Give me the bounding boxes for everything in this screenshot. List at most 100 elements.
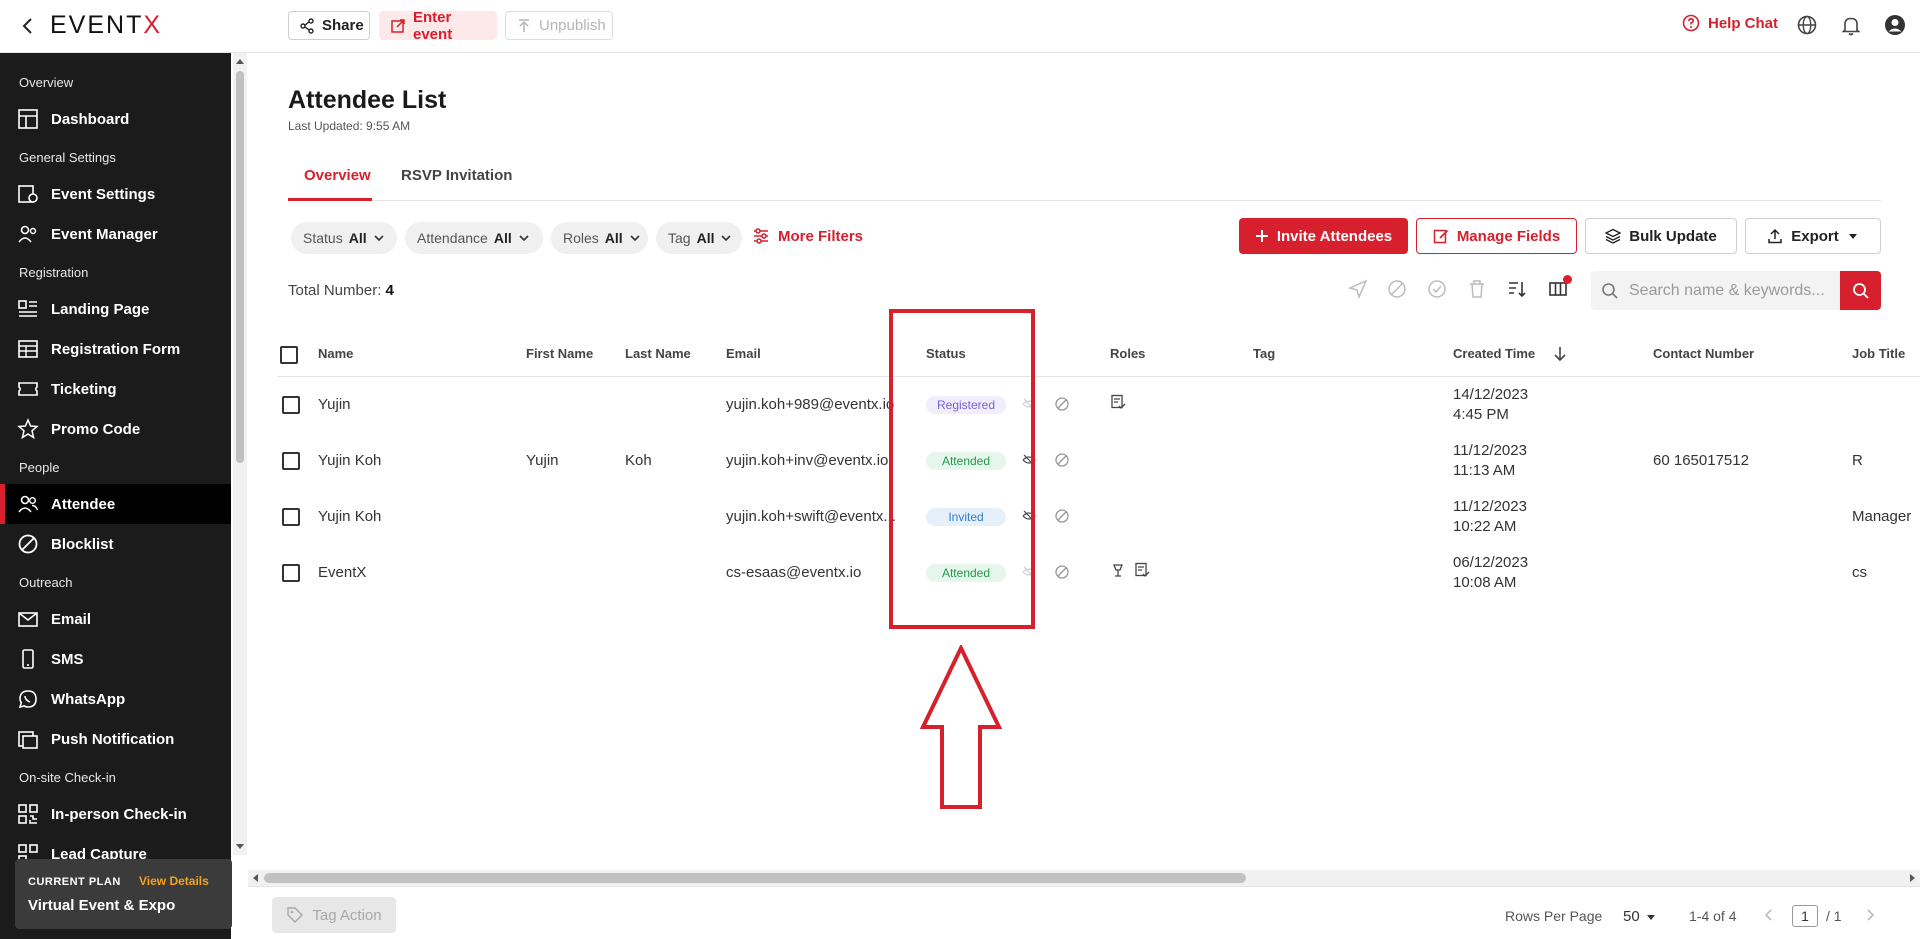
bell-icon[interactable]: [1839, 13, 1863, 37]
tab-overview[interactable]: Overview: [304, 167, 371, 184]
filter-status[interactable]: Status All: [291, 222, 397, 254]
filter-tag[interactable]: Tag All: [656, 222, 742, 254]
notification-dot: [1563, 275, 1572, 284]
column-last-name[interactable]: Last Name: [625, 346, 691, 361]
export-button[interactable]: Export: [1745, 218, 1881, 254]
column-job-title[interactable]: Job Title: [1852, 346, 1905, 361]
sidebar-scrollbar[interactable]: [233, 53, 247, 855]
block-icon[interactable]: [1054, 396, 1070, 412]
rows-per-page-label: Rows Per Page: [1505, 908, 1603, 924]
table-row[interactable]: Yujin Koh Yujin Koh yujin.koh+inv@eventx…: [277, 433, 1920, 489]
back-arrow-icon[interactable]: [16, 14, 40, 38]
send-icon[interactable]: [1347, 278, 1369, 300]
sidebar-item-ticketing[interactable]: Ticketing: [0, 369, 231, 409]
cell-created-time: 4:45 PM: [1453, 406, 1509, 423]
sidebar-item-push-notification[interactable]: Push Notification: [0, 719, 231, 759]
sidebar-item-registration-form[interactable]: Registration Form: [0, 329, 231, 369]
sidebar-item-promo-code[interactable]: Promo Code: [0, 409, 231, 449]
block-icon[interactable]: [1054, 564, 1070, 580]
filter-roles[interactable]: Roles All: [551, 222, 648, 254]
tag-action-button[interactable]: Tag Action: [272, 897, 396, 933]
sidebar-item-attendee[interactable]: Attendee: [0, 484, 231, 524]
up-arrow-annotation: [920, 645, 1002, 809]
eventx-logo[interactable]: EVENTX: [50, 11, 162, 40]
invite-attendees-button[interactable]: Invite Attendees: [1239, 218, 1408, 254]
scrollbar-thumb[interactable]: [236, 71, 244, 463]
column-status[interactable]: Status: [926, 346, 966, 361]
cell-email: cs-esaas@eventx.io: [726, 564, 862, 581]
block-icon[interactable]: [1054, 508, 1070, 524]
sidebar-item-email[interactable]: Email: [0, 599, 231, 639]
hidden-icon[interactable]: [1021, 564, 1037, 580]
unpublish-button[interactable]: Unpublish: [505, 11, 613, 40]
filter-attendance[interactable]: Attendance All: [405, 222, 543, 254]
column-created-time[interactable]: Created Time: [1453, 346, 1535, 361]
column-first-name[interactable]: First Name: [526, 346, 593, 361]
column-name[interactable]: Name: [318, 346, 353, 361]
hidden-icon[interactable]: [1021, 452, 1037, 468]
chevron-down-icon: [629, 232, 641, 244]
column-contact-number[interactable]: Contact Number: [1653, 346, 1754, 361]
view-details-link[interactable]: View Details: [139, 874, 209, 888]
tab-rsvp-invitation[interactable]: RSVP Invitation: [401, 167, 512, 184]
help-chat-button[interactable]: Help Chat: [1682, 14, 1778, 32]
rows-per-page-select[interactable]: 50: [1623, 908, 1656, 925]
table-row[interactable]: EventX cs-esaas@eventx.io Attended 06/12…: [277, 545, 1920, 601]
sidebar-item-blocklist[interactable]: Blocklist: [0, 524, 231, 564]
scrollbar-thumb[interactable]: [264, 873, 1246, 883]
hidden-icon[interactable]: [1021, 396, 1037, 412]
enter-event-button[interactable]: Enter event: [379, 9, 497, 43]
globe-icon[interactable]: [1795, 13, 1819, 37]
block-icon[interactable]: [1054, 452, 1070, 468]
top-bar: EVENTX Share Enter event Unpublish Help …: [0, 0, 1920, 53]
sidebar-item-event-settings[interactable]: Event Settings: [0, 174, 231, 214]
sidebar-item-whatsapp[interactable]: WhatsApp: [0, 679, 231, 719]
cell-name: Yujin Koh: [318, 508, 382, 525]
user-avatar-icon[interactable]: [1883, 13, 1907, 37]
share-button[interactable]: Share: [288, 11, 370, 40]
check-circle-icon[interactable]: [1426, 278, 1448, 300]
sidebar-item-sms[interactable]: SMS: [0, 639, 231, 679]
chevron-down-icon: [373, 232, 385, 244]
row-checkbox[interactable]: [282, 564, 300, 582]
table-row[interactable]: Yujin Koh yujin.koh+swift@eventx... Invi…: [277, 489, 1920, 545]
cell-created-date: 14/12/2023: [1453, 386, 1529, 403]
scroll-right-arrow[interactable]: [1910, 874, 1915, 882]
scroll-up-arrow[interactable]: [236, 59, 244, 64]
search-icon: [1601, 282, 1619, 300]
document-check-icon: [1110, 394, 1126, 410]
scroll-left-arrow[interactable]: [253, 874, 258, 882]
sort-down-arrow-icon[interactable]: [1551, 345, 1569, 363]
page-number-input[interactable]: 1: [1792, 905, 1818, 927]
phone-icon: [17, 648, 39, 670]
row-checkbox[interactable]: [282, 508, 300, 526]
sort-icon[interactable]: [1506, 278, 1528, 300]
block-icon[interactable]: [1386, 278, 1408, 300]
hidden-icon[interactable]: [1021, 508, 1037, 524]
table-row[interactable]: Yujin yujin.koh+989@eventx.io Registered…: [277, 377, 1920, 433]
more-filters-button[interactable]: More Filters: [752, 227, 863, 245]
column-roles[interactable]: Roles: [1110, 346, 1145, 361]
column-email[interactable]: Email: [726, 346, 761, 361]
chevron-down-icon: [518, 232, 530, 244]
sidebar-item-landing-page[interactable]: Landing Page: [0, 289, 231, 329]
scroll-down-arrow[interactable]: [236, 844, 244, 849]
row-checkbox[interactable]: [282, 396, 300, 414]
search-button[interactable]: [1840, 271, 1881, 310]
column-tag[interactable]: Tag: [1253, 346, 1275, 361]
horizontal-scrollbar[interactable]: [248, 870, 1920, 886]
sidebar-item-event-manager[interactable]: Event Manager: [0, 214, 231, 254]
sidebar-item-dashboard[interactable]: Dashboard: [0, 99, 231, 139]
sidebar-item-inperson-checkin[interactable]: In-person Check-in: [0, 794, 231, 834]
row-checkbox[interactable]: [282, 452, 300, 470]
select-all-checkbox[interactable]: [280, 346, 298, 364]
bulk-update-button[interactable]: Bulk Update: [1585, 218, 1737, 254]
chevron-down-icon: [720, 232, 732, 244]
next-page-icon[interactable]: [1862, 907, 1878, 923]
prev-page-icon[interactable]: [1761, 907, 1777, 923]
search-input[interactable]: [1629, 281, 1839, 300]
cell-email: yujin.koh+swift@eventx...: [726, 508, 896, 525]
manage-fields-button[interactable]: Manage Fields: [1416, 218, 1577, 254]
trash-icon[interactable]: [1466, 278, 1488, 300]
notification-icon: [17, 728, 39, 750]
